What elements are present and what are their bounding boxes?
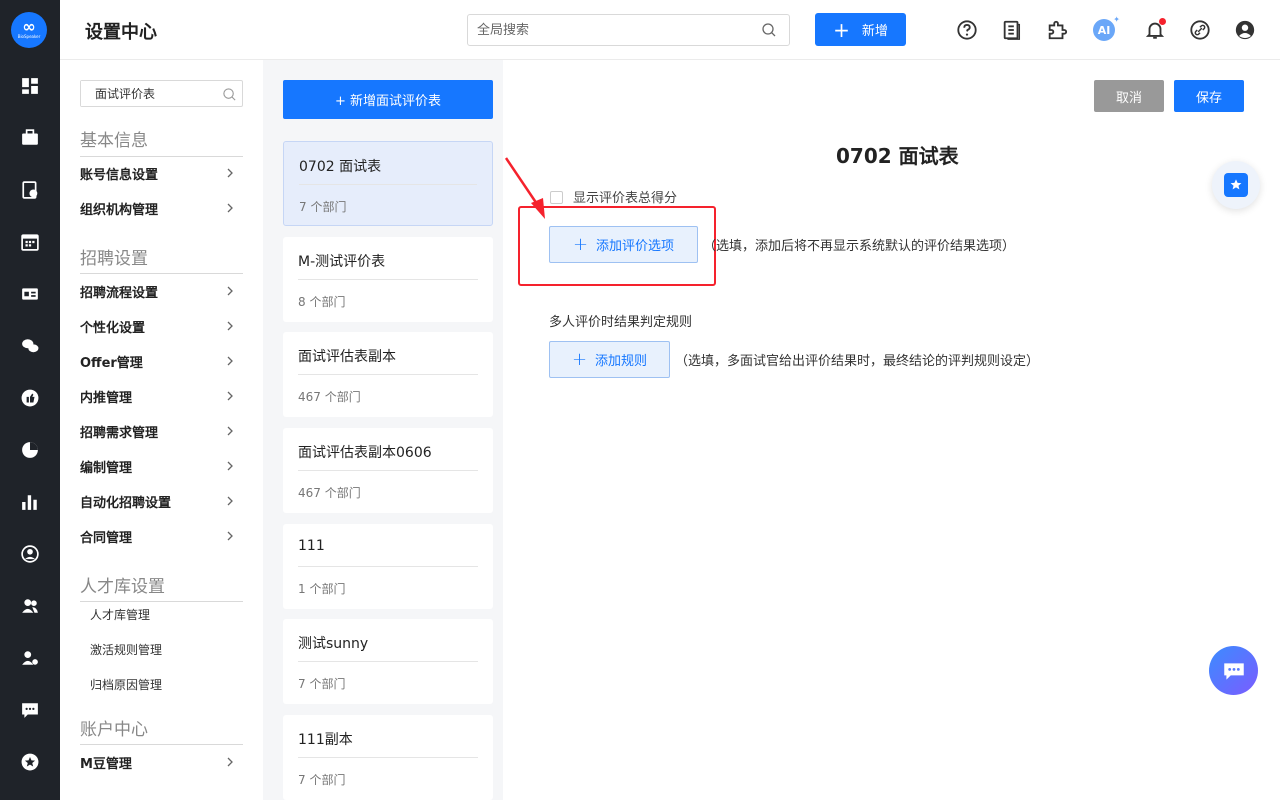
calendar-icon[interactable] <box>20 232 40 252</box>
ai-icon[interactable]: AI ✦ <box>1092 15 1120 42</box>
chat-float-button[interactable] <box>1209 646 1258 695</box>
plus-icon: + <box>572 233 589 255</box>
nav-item-automation[interactable]: 自动化招聘设置 <box>80 490 243 512</box>
divider <box>80 744 243 745</box>
cancel-button[interactable]: 取消 <box>1094 80 1164 112</box>
nav-item-contract[interactable]: 合同管理 <box>80 525 243 547</box>
left-rail: ∞ BioSpeaker <box>0 0 60 800</box>
chevron-right-icon <box>227 286 233 296</box>
search-icon[interactable] <box>222 87 237 102</box>
nav-item-flow[interactable]: 招聘流程设置 <box>80 280 243 302</box>
help-icon[interactable] <box>955 18 979 42</box>
user-circle-icon[interactable] <box>20 544 40 564</box>
eval-card[interactable]: 测试sunny 7 个部门 <box>283 619 493 704</box>
settings-sidebar: 基本信息 账号信息设置 组织机构管理 招聘设置 招聘流程设置 个性化设置 Off… <box>60 60 263 800</box>
divider <box>80 601 243 602</box>
eval-card[interactable]: 0702 面试表 7 个部门 <box>283 141 493 226</box>
eval-card[interactable]: 111副本 7 个部门 <box>283 715 493 800</box>
bell-icon[interactable] <box>1143 18 1167 42</box>
nav-item-headcount[interactable]: 编制管理 <box>80 455 243 477</box>
divider <box>80 273 243 274</box>
chevron-right-icon <box>227 356 233 366</box>
chevron-right-icon <box>227 426 233 436</box>
chevron-right-icon <box>227 391 233 401</box>
nav-item-referral[interactable]: 内推管理 <box>80 385 243 407</box>
nav-item-account[interactable]: 账号信息设置 <box>80 162 243 184</box>
add-rule-hint: （选填，多面试官给出评价结果时，最终结论的评判规则设定） <box>675 354 1040 369</box>
dashboard-icon[interactable] <box>20 76 40 96</box>
wechat-icon[interactable] <box>20 336 40 356</box>
link-icon[interactable] <box>1188 18 1212 42</box>
id-card-icon[interactable] <box>20 284 40 304</box>
section-title-talent: 人才库设置 <box>80 577 165 597</box>
chevron-right-icon <box>227 168 233 178</box>
eval-card[interactable]: 面试评估表副本0606 467 个部门 <box>283 428 493 513</box>
global-search-input[interactable] <box>468 15 748 45</box>
eval-list-panel: + 新增面试评价表 0702 面试表 7 个部门 M-测试评价表 8 个部门 面… <box>263 60 503 800</box>
divider <box>80 156 243 157</box>
plugin-icon[interactable] <box>1045 18 1069 42</box>
user-icon[interactable] <box>1233 18 1257 42</box>
chevron-right-icon <box>227 496 233 506</box>
pie-chart-icon[interactable] <box>20 440 40 460</box>
nav-item-personal[interactable]: 个性化设置 <box>80 315 243 337</box>
nav-sub-activation[interactable]: 激活规则管理 <box>90 641 162 658</box>
favorite-float-button[interactable] <box>1212 161 1260 209</box>
nav-sub-talent-pool[interactable]: 人才库管理 <box>90 606 150 623</box>
add-eval-option-button[interactable]: + 添加评价选项 <box>549 226 698 263</box>
eval-card[interactable]: 111 1 个部门 <box>283 524 493 609</box>
add-eval-form-button[interactable]: + 新增面试评价表 <box>283 80 493 119</box>
chevron-right-icon <box>227 321 233 331</box>
star-circle-icon[interactable] <box>20 752 40 772</box>
top-bar: 设置中心 + 新增 AI✦ <box>60 0 1280 60</box>
chevron-right-icon <box>227 531 233 541</box>
bar-chart-icon[interactable] <box>20 492 40 512</box>
chevron-right-icon <box>227 461 233 471</box>
chat-icon <box>1223 662 1244 680</box>
briefcase-icon[interactable] <box>20 128 40 148</box>
eval-card[interactable]: 面试评估表副本 467 个部门 <box>283 332 493 417</box>
section-title-account: 账户中心 <box>80 720 148 740</box>
add-option-hint: （选填，添加后将不再显示系统默认的评价结果选项） <box>703 239 1016 254</box>
rule-title: 多人评价时结果判定规则 <box>549 315 693 330</box>
nav-search-input[interactable] <box>81 81 211 106</box>
nav-search[interactable] <box>80 80 243 107</box>
show-total-label[interactable]: 显示评价表总得分 <box>573 187 677 206</box>
main-form: 取消 保存 0702 面试表 显示评价表总得分 + 添加评价选项 （选填，添加后… <box>503 60 1280 800</box>
save-button[interactable]: 保存 <box>1174 80 1244 112</box>
document-icon[interactable] <box>1000 18 1024 42</box>
new-button[interactable]: + 新增 <box>815 13 906 46</box>
resume-icon[interactable] <box>20 180 40 200</box>
nav-item-offer[interactable]: Offer管理 <box>80 350 243 372</box>
plus-icon: + <box>571 348 588 370</box>
star-icon <box>1230 179 1242 190</box>
form-title: 0702 面试表 <box>836 144 959 168</box>
team-icon[interactable] <box>20 596 40 616</box>
plus-icon: + <box>833 17 850 42</box>
message-icon[interactable] <box>20 700 40 720</box>
thumbs-up-icon[interactable] <box>20 388 40 408</box>
global-search[interactable] <box>467 14 790 46</box>
nav-item-demand[interactable]: 招聘需求管理 <box>80 420 243 442</box>
section-title-basic: 基本信息 <box>80 131 148 151</box>
page-title: 设置中心 <box>85 22 157 43</box>
add-rule-button[interactable]: + 添加规则 <box>549 341 670 378</box>
nav-item-mbean[interactable]: M豆管理 <box>80 751 243 773</box>
nav-sub-archive[interactable]: 归档原因管理 <box>90 676 162 693</box>
section-title-recruit: 招聘设置 <box>80 249 148 269</box>
chevron-right-icon <box>227 203 233 213</box>
notification-dot <box>1159 18 1166 25</box>
chevron-right-icon <box>227 757 233 767</box>
user-settings-icon[interactable] <box>20 648 40 668</box>
nav-item-org[interactable]: 组织机构管理 <box>80 197 243 219</box>
search-icon[interactable] <box>761 22 777 38</box>
eval-card[interactable]: M-测试评价表 8 个部门 <box>283 237 493 322</box>
app-logo[interactable]: ∞ BioSpeaker <box>11 12 47 48</box>
